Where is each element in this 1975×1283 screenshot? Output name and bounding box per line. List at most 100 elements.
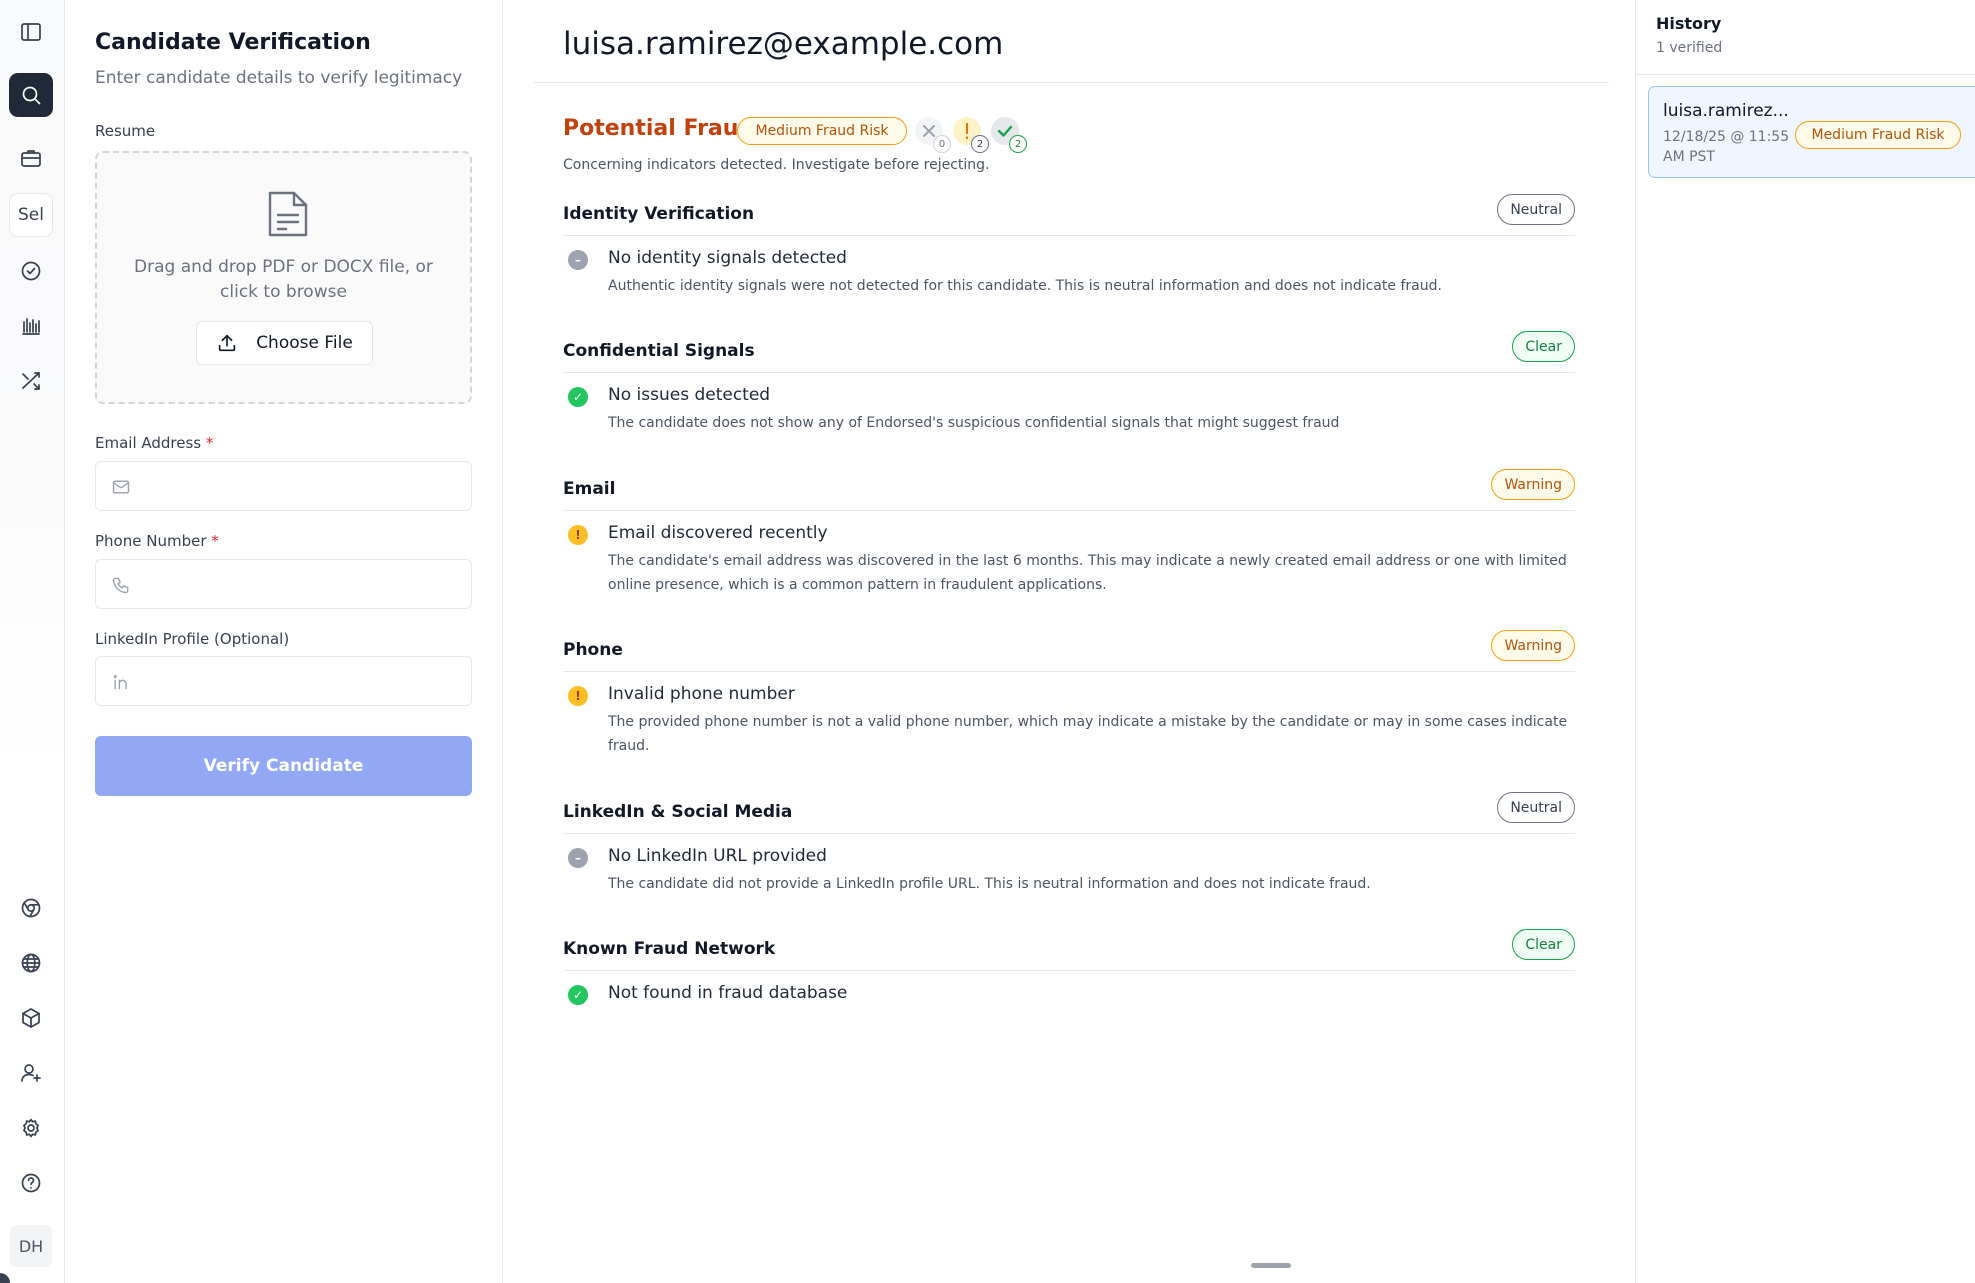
check-circle-icon[interactable] [9, 249, 53, 293]
history-title: History [1656, 14, 1722, 33]
history-entry-date: 12/18/25 @ 11:55 AM PST [1663, 129, 1790, 165]
section-header: Phone Warning [563, 626, 1575, 672]
history-risk-badge: Medium Fraud Risk [1795, 121, 1961, 149]
linkedin-field[interactable] [95, 656, 472, 706]
resize-handle[interactable] [1251, 1263, 1291, 1268]
alert-circle-icon: ! [568, 686, 588, 706]
verdict-label: Potential Fraud [563, 116, 755, 141]
section-known-fraud-network: Known Fraud Network Clear ✓ Not found in… [563, 925, 1575, 1005]
neutral-dot-icon: – [568, 848, 588, 868]
status-badge: Neutral [1497, 792, 1575, 823]
section-title: Phone [563, 640, 623, 660]
settings-gear-icon[interactable] [9, 1106, 53, 1150]
choose-file-button[interactable]: Choose File [196, 321, 373, 365]
section-header: Identity Verification Neutral [563, 190, 1575, 236]
verdict-description: Concerning indicators detected. Investig… [563, 157, 990, 173]
section-header: LinkedIn & Social Media Neutral [563, 788, 1575, 834]
dropzone-instructions: Drag and drop PDF or DOCX file, or click… [134, 257, 433, 302]
signal-description: The candidate did not provide a LinkedIn… [608, 876, 1371, 892]
status-badge: Warning [1491, 630, 1575, 661]
section-title: Email [563, 479, 616, 499]
verification-form-panel: Candidate Verification Enter candidate d… [65, 0, 503, 1283]
risk-badge: Medium Fraud Risk [737, 117, 907, 145]
fail-count: 0 [933, 135, 951, 153]
select-item[interactable]: Sel [9, 193, 53, 237]
history-count: 1 verified [1656, 40, 1723, 56]
required-marker: * [205, 434, 214, 452]
left-rail: Sel DH [0, 0, 65, 1283]
neutral-dot-icon: – [568, 250, 588, 270]
candidate-email-title: luisa.ramirez@example.com [563, 26, 1004, 62]
signal-description: Authentic identity signals were not dete… [608, 278, 1442, 294]
sidebar-toggle-icon[interactable] [9, 10, 53, 54]
status-badge: Clear [1512, 331, 1575, 362]
email-label-text: Email Address [95, 434, 202, 452]
phone-input[interactable] [144, 568, 454, 600]
divider [1636, 74, 1975, 75]
phone-icon [112, 577, 129, 594]
phone-label: Phone Number * [95, 532, 219, 550]
linkedin-input[interactable] [144, 665, 454, 697]
section-email: Email Warning ! Email discovered recentl… [563, 465, 1575, 597]
choose-file-label: Choose File [256, 333, 353, 353]
signal-item: ✓ No issues detected The candidate does … [563, 373, 1575, 435]
signal-item: ✓ Not found in fraud database [563, 971, 1575, 1005]
signal-title: Email discovered recently [608, 523, 828, 543]
signal-title: No issues detected [608, 385, 771, 405]
section-header: Confidential Signals Clear [563, 327, 1575, 373]
resume-label: Resume [95, 122, 156, 140]
help-icon[interactable] [9, 1161, 53, 1205]
add-user-icon[interactable] [9, 1051, 53, 1095]
rail-corner-decoration [0, 1273, 10, 1283]
search-icon[interactable] [9, 73, 53, 117]
section-phone: Phone Warning ! Invalid phone number The… [563, 626, 1575, 758]
email-input[interactable] [144, 470, 454, 502]
signal-item: ! Invalid phone number The provided phon… [563, 672, 1575, 758]
linkedin-label: LinkedIn Profile (Optional) [95, 630, 290, 648]
box-icon[interactable] [9, 996, 53, 1040]
user-avatar[interactable]: DH [10, 1225, 52, 1267]
history-panel: History 1 verified luisa.ramirez... 12/1… [1635, 0, 1975, 1283]
globe-icon[interactable] [9, 941, 53, 985]
form-title: Candidate Verification [95, 30, 371, 55]
phone-field[interactable] [95, 559, 472, 609]
resume-dropzone[interactable]: Drag and drop PDF or DOCX file, or click… [95, 151, 472, 404]
required-marker: * [211, 532, 219, 550]
analytics-icon[interactable] [9, 304, 53, 348]
email-label: Email Address * [95, 434, 213, 452]
pass-count-indicator: 2 [991, 117, 1027, 153]
form-subtitle: Enter candidate details to verify legiti… [95, 68, 463, 88]
phone-label-text: Phone Number [95, 532, 207, 550]
verify-candidate-button[interactable]: Verify Candidate [95, 736, 472, 796]
upload-icon [219, 334, 236, 352]
signal-item: – No identity signals detected Authentic… [563, 236, 1575, 298]
verification-results: luisa.ramirez@example.com Potential Frau… [504, 0, 1635, 1283]
briefcase-icon[interactable] [9, 136, 53, 180]
document-icon [268, 191, 308, 237]
email-field[interactable] [95, 461, 472, 511]
section-header: Known Fraud Network Clear [563, 925, 1575, 971]
signal-description: The candidate does not show any of Endor… [608, 415, 1340, 431]
signal-item: ! Email discovered recently The candidat… [563, 511, 1575, 597]
section-linkedin-social: LinkedIn & Social Media Neutral – No Lin… [563, 788, 1575, 896]
linkedin-icon [113, 675, 127, 690]
shuffle-icon[interactable] [9, 359, 53, 403]
signal-title: No LinkedIn URL provided [608, 846, 827, 866]
check-circle-icon: ✓ [568, 387, 588, 407]
mail-icon [112, 480, 130, 494]
check-circle-icon: ✓ [568, 985, 588, 1005]
chrome-icon[interactable] [9, 886, 53, 930]
section-title: Identity Verification [563, 204, 755, 224]
warning-count: 2 [971, 135, 989, 153]
signal-item: – No LinkedIn URL provided The candidate… [563, 834, 1575, 896]
section-title: Known Fraud Network [563, 939, 776, 959]
warning-count-indicator: 2 [953, 117, 989, 153]
fail-count-indicator: 0 [915, 117, 951, 153]
signal-title: Invalid phone number [608, 684, 795, 704]
history-entry[interactable]: luisa.ramirez... 12/18/25 @ 11:55 AM PST… [1648, 86, 1975, 178]
signal-title: No identity signals detected [608, 248, 847, 268]
section-title: LinkedIn & Social Media [563, 802, 793, 822]
divider [534, 82, 1609, 83]
history-entry-email: luisa.ramirez... [1663, 101, 1789, 121]
section-identity-verification: Identity Verification Neutral – No ident… [563, 190, 1575, 298]
